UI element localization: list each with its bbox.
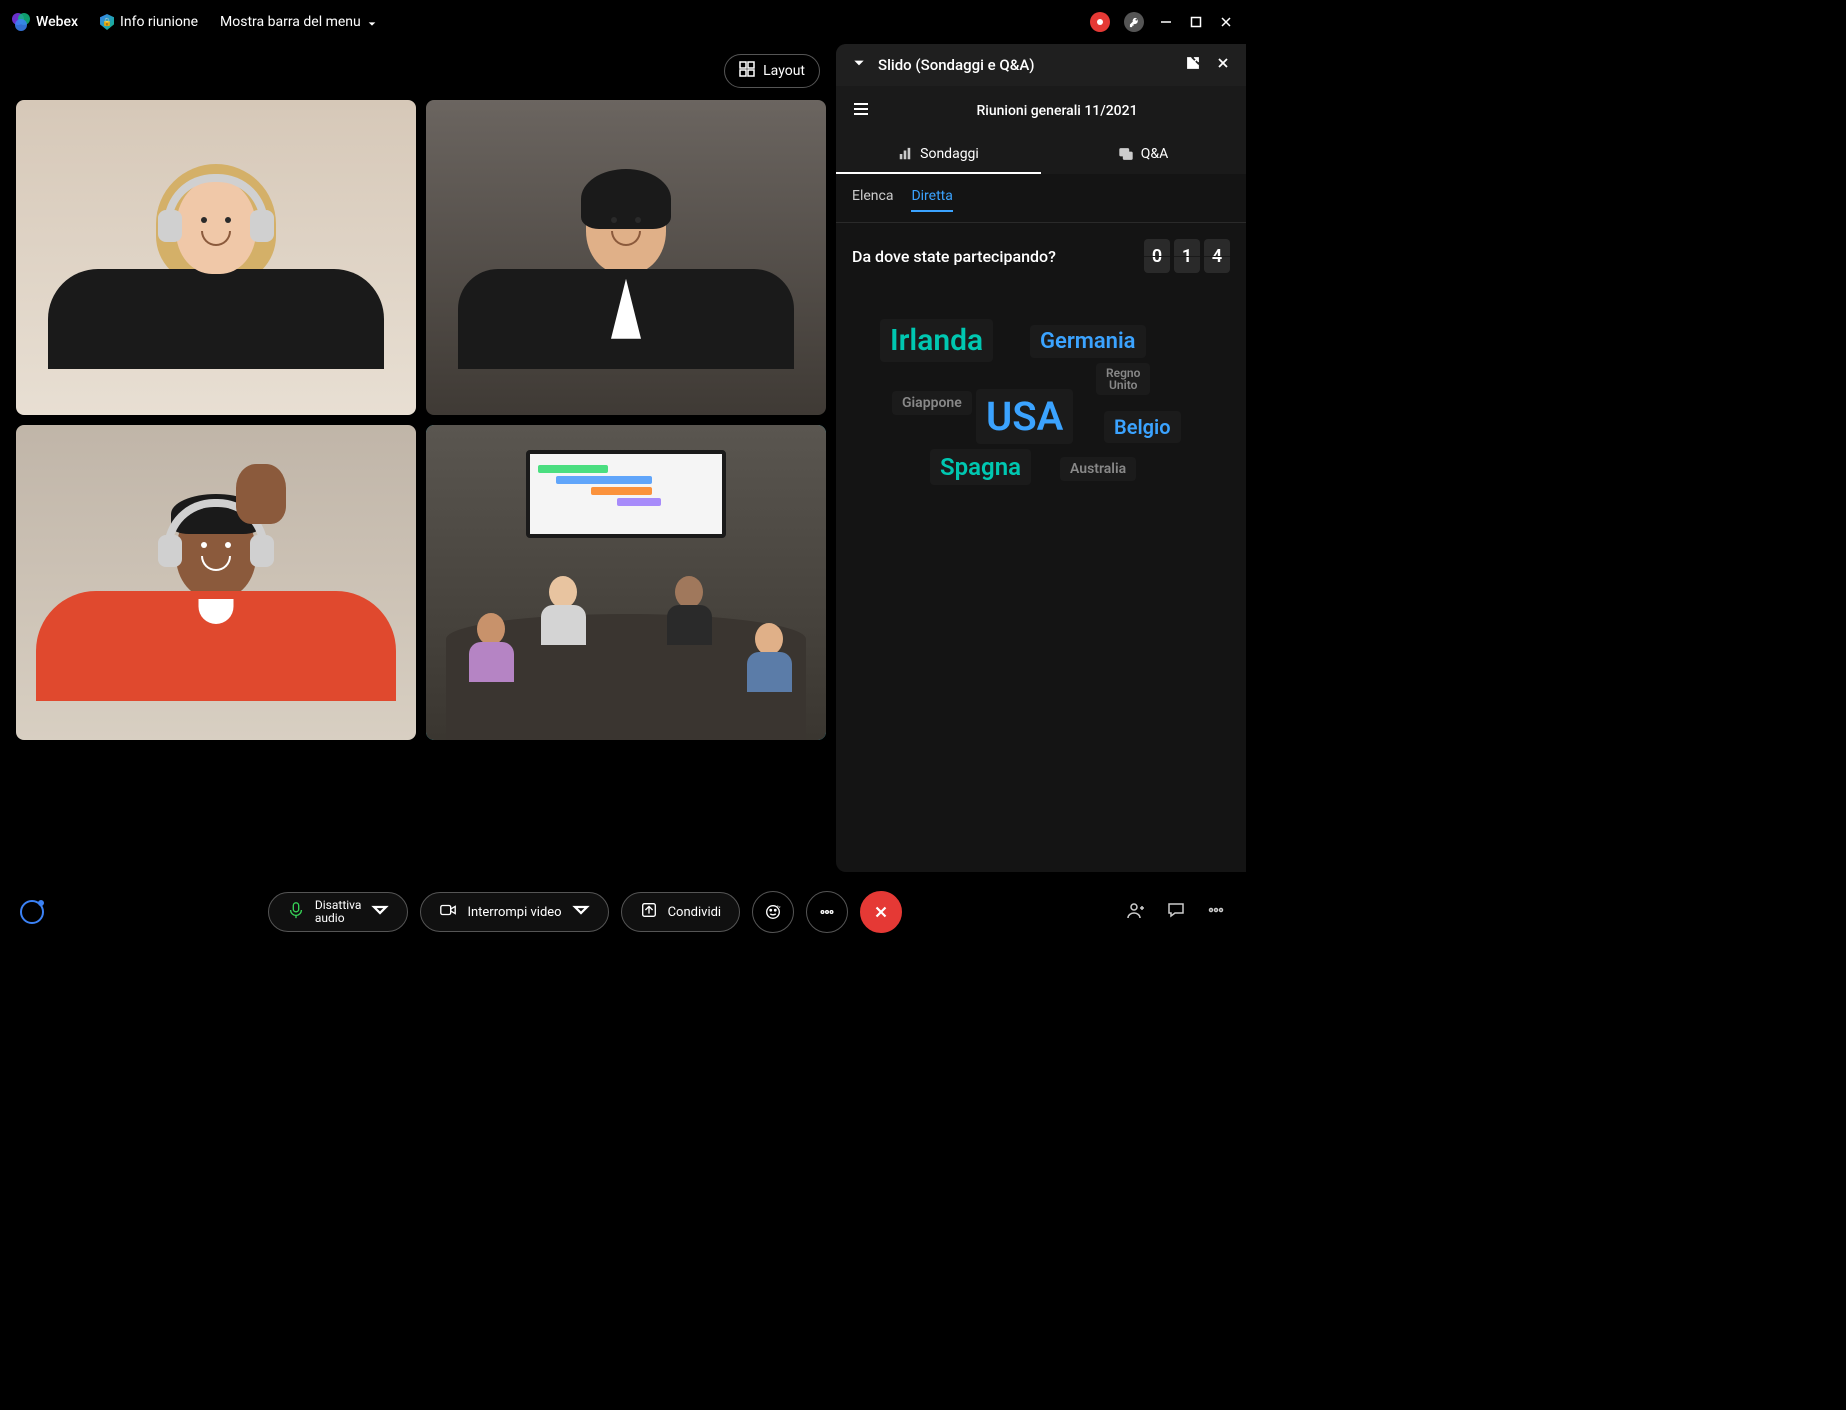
camera-icon (439, 901, 457, 923)
popout-icon[interactable] (1186, 56, 1200, 74)
layout-button[interactable]: Layout (724, 54, 820, 88)
show-menu-bar-button[interactable]: Mostra barra del menu (220, 14, 377, 30)
subtab-live[interactable]: Diretta (911, 188, 952, 212)
recording-indicator-icon[interactable] (1090, 12, 1110, 32)
video-label: Interrompi video (467, 905, 561, 920)
more-options-button[interactable] (806, 891, 848, 933)
participant-tile[interactable] (426, 100, 826, 415)
chevron-down-icon[interactable] (371, 901, 389, 923)
poll-question: Da dove state partecipando? (852, 247, 1056, 266)
meeting-info-label: Info riunione (120, 14, 198, 30)
window-minimize-button[interactable] (1158, 14, 1174, 30)
slido-panel: Slido (Sondaggi e Q&A) Riunioni generali… (836, 44, 1246, 872)
meeting-info-button[interactable]: Info riunione (100, 14, 198, 30)
panel-options-icon[interactable] (1206, 900, 1226, 924)
tab-qa-label: Q&A (1141, 146, 1168, 162)
slido-panel-header: Slido (Sondaggi e Q&A) (836, 44, 1246, 86)
wordcloud-word: RegnoUnito (1096, 363, 1150, 395)
counter-digit: 0 (1144, 239, 1170, 273)
layout-icon (739, 61, 755, 81)
wordcloud-word: Australia (1060, 457, 1136, 481)
window-maximize-button[interactable] (1188, 14, 1204, 30)
window-close-button[interactable] (1218, 14, 1234, 30)
collapse-panel-button[interactable] (852, 56, 866, 74)
app-name: Webex (36, 14, 78, 30)
wordcloud: USA Irlanda Germania Spagna Belgio Giappone Re… (836, 289, 1246, 872)
wordcloud-word: Belgio (1104, 411, 1181, 443)
wordcloud-word: Germania (1030, 325, 1146, 358)
wordcloud-word: USA (976, 389, 1073, 444)
shield-lock-icon (100, 14, 114, 30)
tab-qa[interactable]: Q&A (1041, 136, 1246, 174)
tab-polls[interactable]: Sondaggi (836, 136, 1041, 174)
chevron-down-icon (367, 17, 377, 27)
slido-panel-title: Slido (Sondaggi e Q&A) (878, 56, 1035, 74)
wordcloud-word: Giappone (892, 391, 972, 415)
meeting-controls-bar: Disattivaaudio Interrompi video Condiv (0, 872, 1246, 952)
share-label: Condividi (668, 905, 722, 920)
hamburger-menu-icon[interactable] (852, 100, 870, 122)
counter-digit: 4 (1204, 239, 1230, 273)
microphone-icon (287, 901, 305, 923)
close-panel-button[interactable] (1216, 56, 1230, 74)
chat-icon[interactable] (1166, 900, 1186, 924)
participant-tile[interactable] (16, 100, 416, 415)
slido-event-title: Riunioni generali 11/2021 (884, 103, 1230, 119)
vote-counter: 0 1 4 (1144, 239, 1230, 273)
video-grid-area: Layout (16, 44, 826, 872)
mute-label: Disattivaaudio (315, 899, 362, 925)
webex-assistant-icon[interactable] (20, 900, 44, 924)
share-button[interactable]: Condividi (621, 892, 741, 932)
mute-button[interactable]: Disattivaaudio (268, 892, 409, 932)
slido-poll-subtabs: Elenca Diretta (836, 174, 1246, 223)
wordcloud-word: Irlanda (880, 319, 993, 362)
poll-question-row: Da dove state partecipando? 0 1 4 (836, 223, 1246, 289)
end-meeting-button[interactable] (860, 891, 902, 933)
layout-label: Layout (763, 63, 805, 79)
stop-video-button[interactable]: Interrompi video (420, 892, 608, 932)
slido-event-header: Riunioni generali 11/2021 (836, 86, 1246, 136)
chevron-down-icon[interactable] (572, 901, 590, 923)
share-icon (640, 901, 658, 923)
show-menu-label: Mostra barra del menu (220, 14, 361, 30)
subtab-list[interactable]: Elenca (852, 188, 893, 212)
slido-main-tabs: Sondaggi Q&A (836, 136, 1246, 174)
title-bar: Webex Info riunione Mostra barra del men… (0, 0, 1246, 44)
participant-grid (16, 100, 826, 740)
webex-logo-icon (12, 13, 30, 31)
app-brand: Webex (12, 13, 78, 31)
reactions-button[interactable] (752, 891, 794, 933)
encryption-indicator-icon[interactable] (1124, 12, 1144, 32)
tab-polls-label: Sondaggi (920, 146, 979, 162)
participant-tile[interactable] (426, 425, 826, 740)
counter-digit: 1 (1174, 239, 1200, 273)
wordcloud-word: Spagna (930, 449, 1031, 485)
participant-tile[interactable] (16, 425, 416, 740)
participants-icon[interactable] (1126, 900, 1146, 924)
